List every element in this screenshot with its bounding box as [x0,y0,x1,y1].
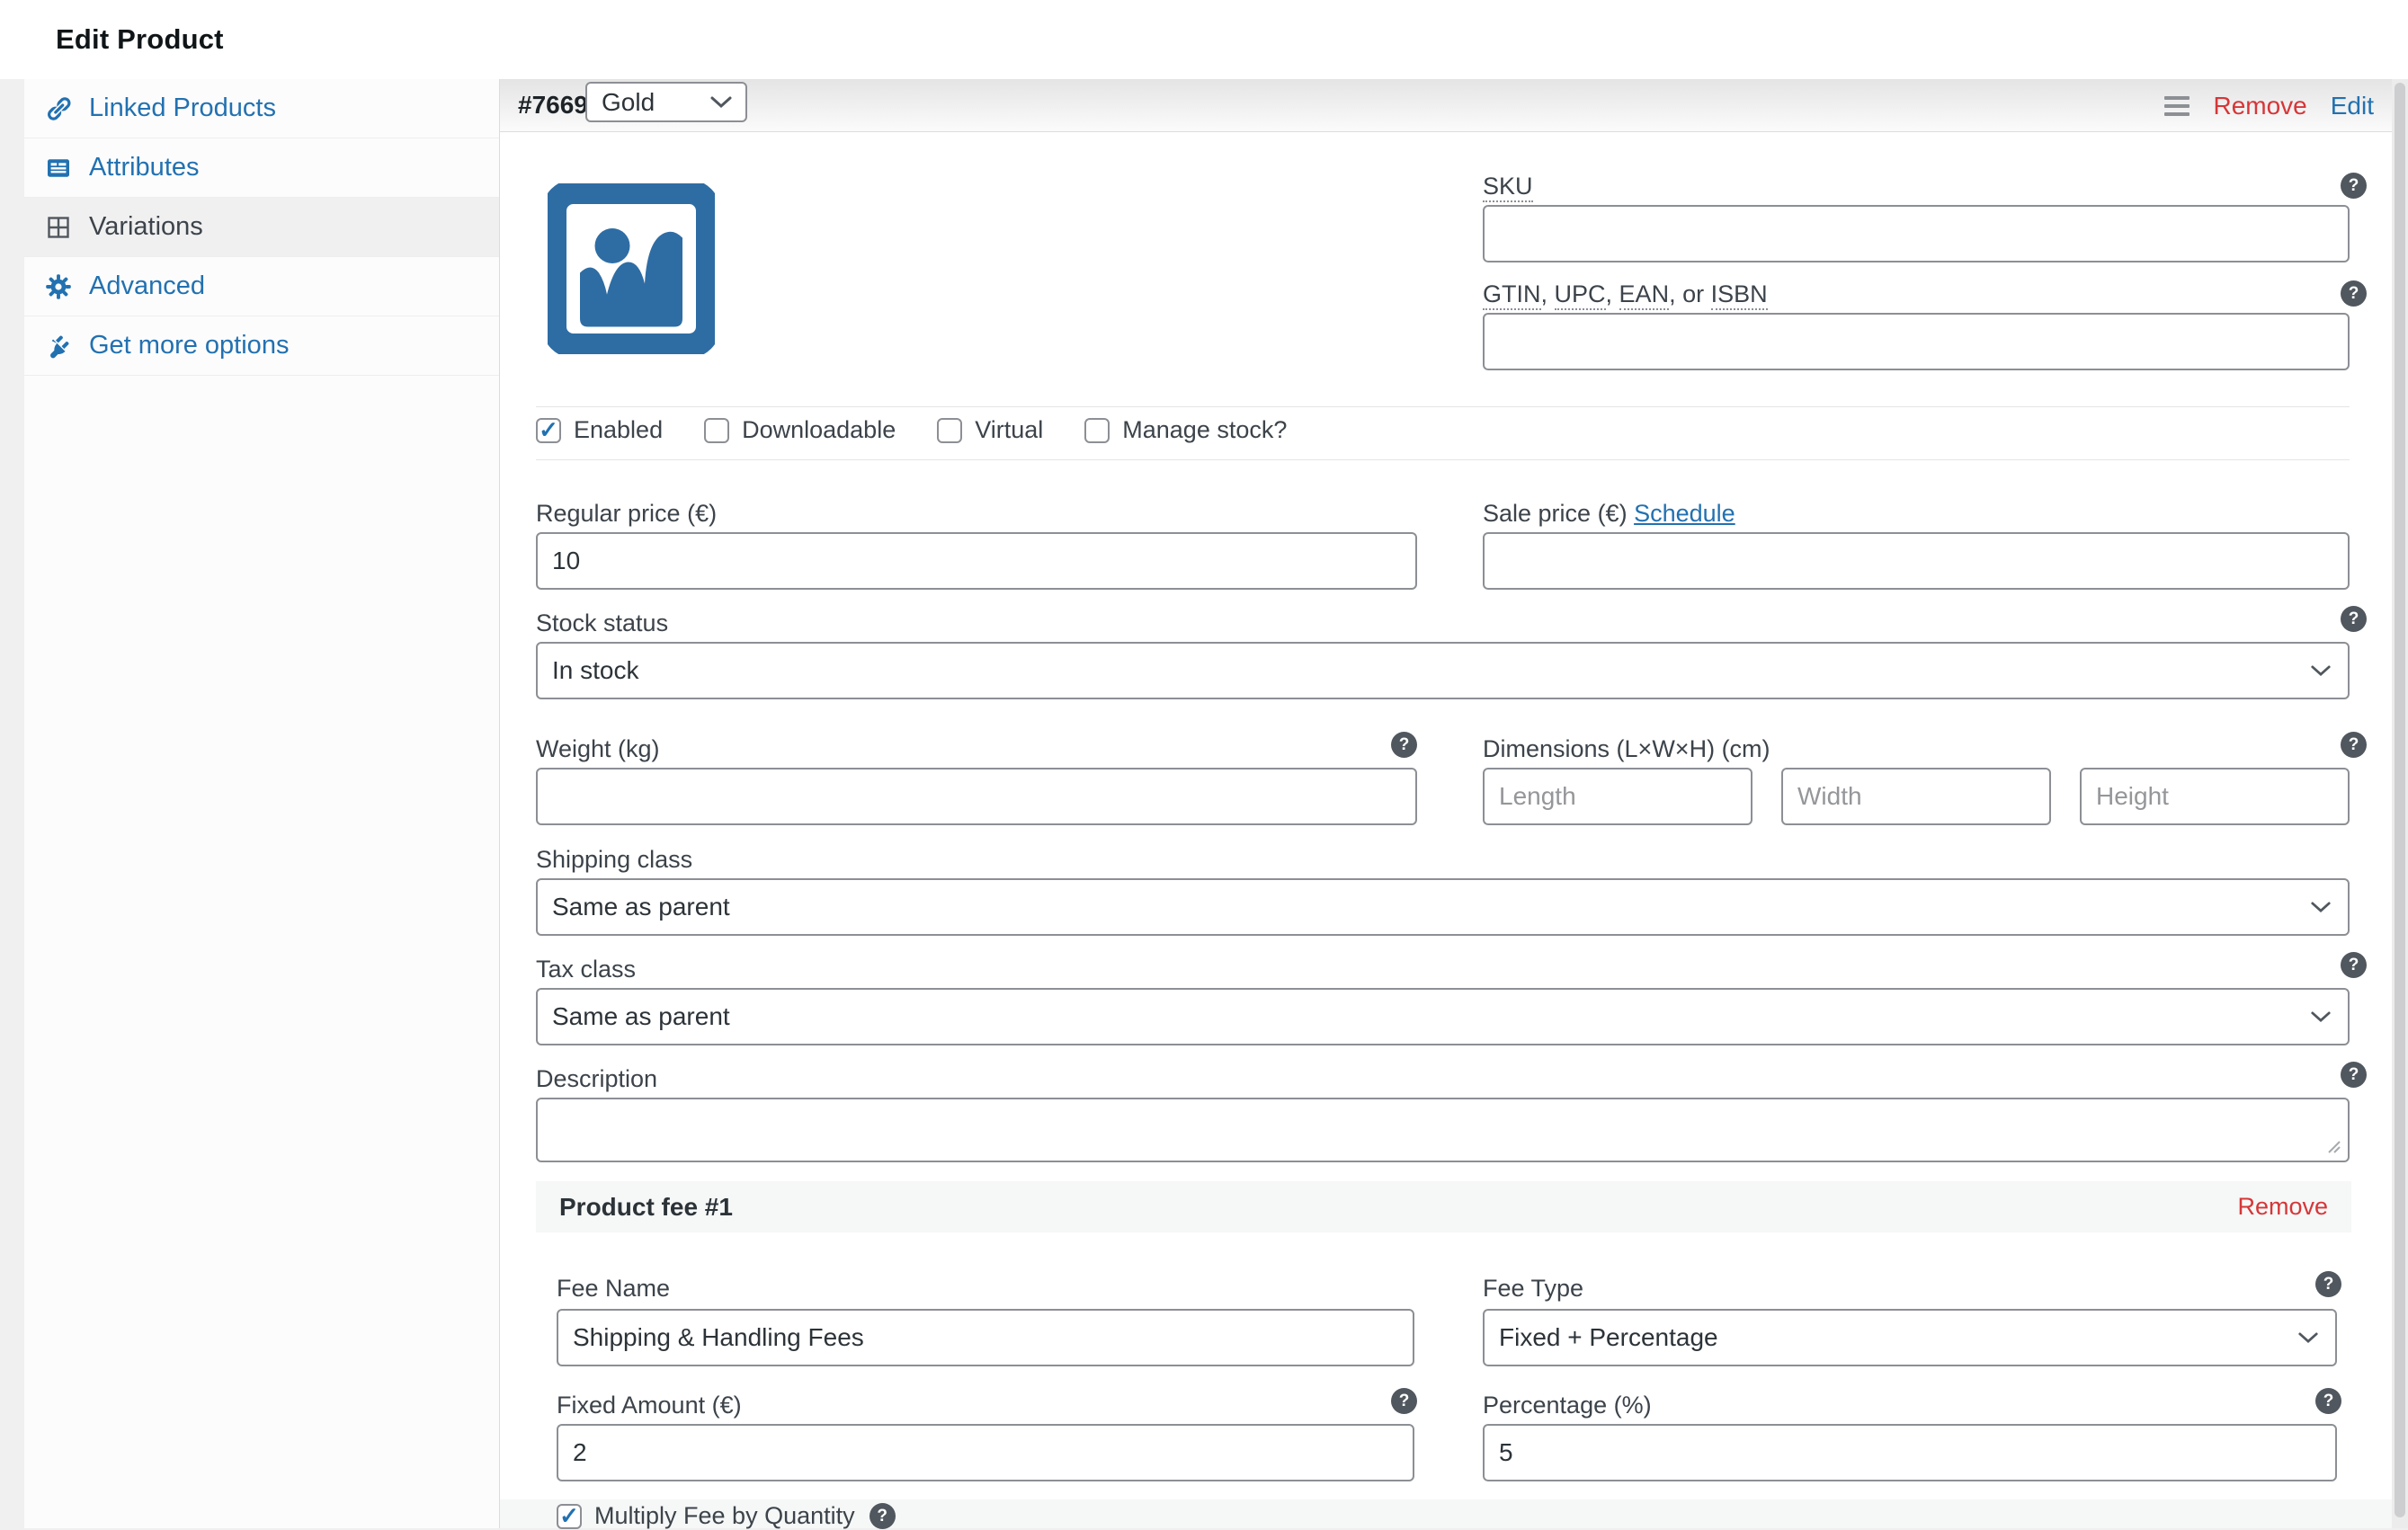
remove-variation-link[interactable]: Remove [2213,92,2306,120]
link-icon [44,94,73,123]
downloadable-label: Downloadable [742,416,896,443]
sidebar-item-linked-products[interactable]: Linked Products [24,79,499,138]
stock-status-label: Stock status [536,609,669,636]
fee-name-input[interactable] [557,1309,1414,1366]
chevron-down-icon [2298,1331,2318,1343]
sale-price-label: Sale price (€) Schedule [1483,500,1735,527]
dimensions-help-icon[interactable]: ? [2341,732,2367,758]
tax-class-label: Tax class [536,956,637,983]
drag-handle-icon[interactable] [2164,93,2190,120]
fee-type-select[interactable]: Fixed + Percentage [1483,1309,2337,1366]
variation-toggles: ✓ Enabled Downloadable Virtual Manage st… [536,416,1287,444]
divider [536,406,2350,407]
gtin-input[interactable] [1483,313,2350,370]
product-fee-header: Product fee #1 Remove [536,1181,2351,1232]
sidebar-item-label: Attributes [89,153,200,182]
product-fee-title: Product fee #1 [559,1192,733,1221]
resize-grip-icon[interactable] [2325,1138,2343,1156]
manage-stock-label: Manage stock? [1122,416,1288,443]
description-help-icon[interactable]: ? [2341,1062,2367,1088]
fixed-amount-input[interactable] [557,1424,1414,1481]
divider [536,459,2350,460]
multiply-fee-help-icon[interactable]: ? [869,1503,896,1529]
sidebar-item-variations[interactable]: Variations [24,198,499,257]
scrollbar-thumb[interactable] [2395,83,2405,1517]
grid-icon [44,213,73,242]
sku-help-icon[interactable]: ? [2341,173,2367,199]
description-textarea[interactable] [536,1098,2350,1162]
gtin-label: GTIN, UPC, EAN, or ISBN [1483,280,1768,310]
chevron-down-icon [2311,665,2331,676]
sidebar-item-get-more-options[interactable]: Get more options [24,316,499,376]
schedule-link[interactable]: Schedule [1634,500,1735,527]
fee-type-label: Fee Type [1483,1275,1584,1302]
dimension-height-input[interactable] [2080,768,2350,825]
variation-header: #7669 [500,79,2393,132]
attributes-icon [44,154,73,182]
multiply-fee-row: ✓ Multiply Fee by Quantity ? [557,1502,896,1530]
variation-attribute-value: Gold [602,87,656,116]
sku-input[interactable] [1483,205,2350,262]
plug-icon [44,332,73,360]
chevron-down-icon [2311,902,2331,912]
sidebar-item-label: Get more options [89,331,290,360]
shipping-class-label: Shipping class [536,846,693,873]
regular-price-input[interactable] [536,532,1417,590]
chevron-down-icon [710,96,732,108]
remove-fee-link[interactable]: Remove [2237,1193,2328,1221]
multiply-fee-checkbox[interactable]: ✓ [557,1503,582,1529]
weight-help-icon[interactable]: ? [1391,732,1417,758]
fee-type-help-icon[interactable]: ? [2315,1271,2341,1297]
tax-class-select[interactable]: Same as parent [536,988,2350,1045]
sidebar-item-label: Linked Products [89,93,276,122]
weight-input[interactable] [536,768,1417,825]
multiply-fee-label: Multiply Fee by Quantity [594,1502,855,1529]
variation-image-placeholder[interactable] [542,180,720,358]
weight-label: Weight (kg) [536,735,660,762]
chevron-down-icon [2311,1010,2331,1022]
enabled-label: Enabled [574,416,664,443]
fee-name-label: Fee Name [557,1275,671,1302]
sku-label: SKU [1483,173,1533,202]
variation-attribute-select[interactable]: Gold [585,82,747,122]
sidebar-item-attributes[interactable]: Attributes [24,138,499,198]
percentage-input[interactable] [1483,1424,2337,1481]
sidebar-item-label: Variations [89,212,203,241]
stock-status-help-icon[interactable]: ? [2341,606,2367,632]
gear-icon [44,272,73,301]
virtual-label: Virtual [975,416,1044,443]
shipping-class-select[interactable]: Same as parent [536,878,2350,936]
manage-stock-checkbox[interactable] [1084,417,1110,443]
dimension-width-input[interactable] [1781,768,2051,825]
edit-variation-link[interactable]: Edit [2331,92,2374,120]
sale-price-input[interactable] [1483,532,2350,590]
percentage-label: Percentage (%) [1483,1392,1652,1419]
dimensions-label: Dimensions (L×W×H) (cm) [1483,735,1770,762]
dimension-length-input[interactable] [1483,768,1752,825]
regular-price-label: Regular price (€) [536,500,718,527]
fixed-amount-label: Fixed Amount (€) [557,1392,742,1419]
stock-status-select[interactable]: In stock [536,642,2350,699]
sidebar-item-label: Advanced [89,271,205,300]
variation-id: #7669 [518,91,588,119]
enabled-checkbox[interactable]: ✓ [536,417,561,443]
description-label: Description [536,1065,658,1092]
tax-class-help-icon[interactable]: ? [2341,952,2367,978]
variation-panel: #7669 Gold Remove Edit SKU ? GTIN, UPC, … [499,79,2393,1530]
product-data-tabs: Linked Products Attributes Variations Ad… [24,79,499,1528]
gtin-help-icon[interactable]: ? [2341,280,2367,307]
percentage-help-icon[interactable]: ? [2315,1388,2341,1414]
virtual-checkbox[interactable] [937,417,963,443]
downloadable-checkbox[interactable] [704,417,730,443]
fixed-amount-help-icon[interactable]: ? [1391,1388,1417,1414]
sidebar-item-advanced[interactable]: Advanced [24,257,499,316]
page-title: Edit Product [56,23,224,55]
top-bar: Edit Product [0,0,2408,79]
